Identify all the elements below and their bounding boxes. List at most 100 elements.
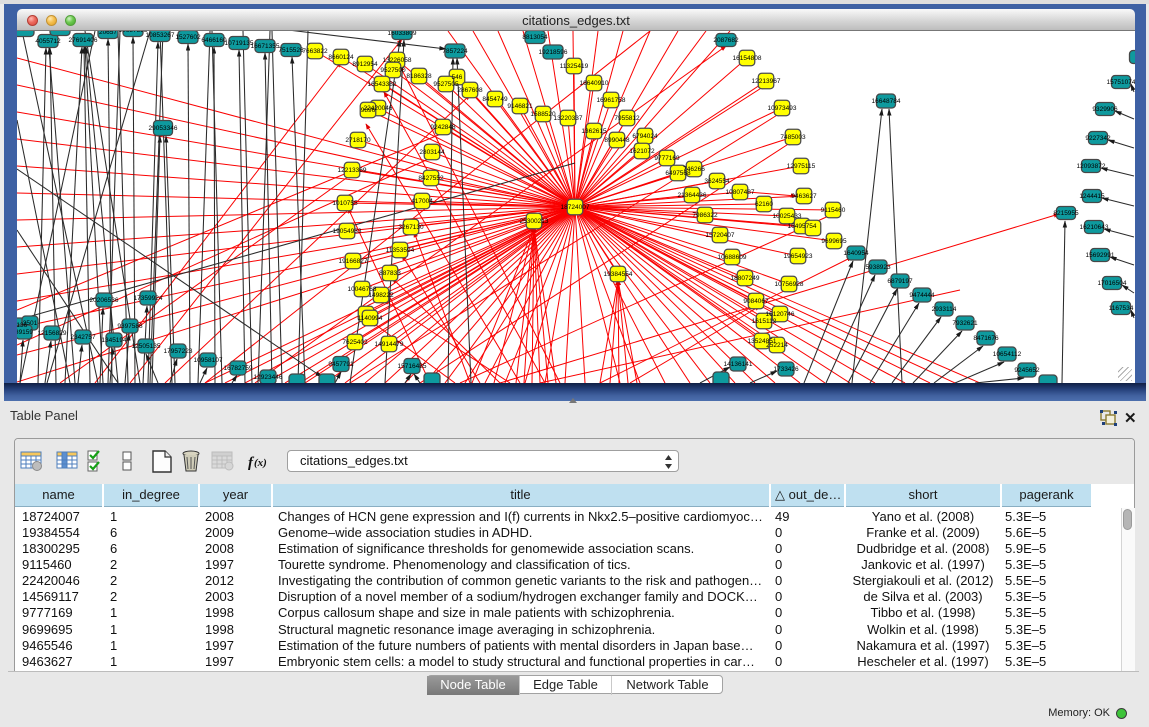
svg-text:1621072: 1621072 — [629, 148, 655, 155]
svg-text:8660124: 8660124 — [328, 54, 354, 61]
svg-text:15751074: 15751074 — [1107, 79, 1135, 86]
svg-text:2718170: 2718170 — [345, 137, 371, 144]
svg-text:8471676: 8471676 — [973, 335, 999, 342]
svg-text:2803144: 2803144 — [419, 149, 445, 156]
svg-text:10807487: 10807487 — [726, 189, 755, 196]
svg-text:8813054: 8813054 — [522, 34, 548, 41]
svg-text:12093872: 12093872 — [1077, 163, 1106, 170]
svg-text:9146821: 9146821 — [507, 103, 533, 110]
svg-text:16782759: 16782759 — [224, 365, 253, 372]
svg-text:252214: 252214 — [766, 342, 788, 349]
svg-text:14914479: 14914479 — [375, 341, 404, 348]
svg-text:3267130: 3267130 — [398, 224, 424, 231]
svg-text:18724007: 18724007 — [561, 204, 590, 211]
svg-text:3624554: 3624554 — [704, 178, 730, 185]
svg-text:9115460: 9115460 — [821, 207, 846, 214]
svg-text:17957223: 17957223 — [164, 348, 193, 355]
svg-text:417004: 417004 — [411, 198, 433, 205]
svg-text:10719135: 10719135 — [225, 40, 254, 47]
svg-text:1615112: 1615112 — [752, 318, 777, 325]
svg-text:7515526: 7515526 — [278, 47, 304, 54]
svg-text:10756928: 10756928 — [775, 281, 804, 288]
svg-text:1167534: 1167534 — [1109, 305, 1134, 312]
svg-text:2087682: 2087682 — [713, 37, 739, 44]
svg-text:10657353: 10657353 — [119, 31, 148, 34]
svg-text:16210643: 16210643 — [1080, 224, 1109, 231]
svg-text:20206536: 20206536 — [90, 297, 119, 304]
svg-text:7986322: 7986322 — [692, 212, 718, 219]
svg-text:39159: 39159 — [17, 329, 33, 336]
svg-text:16671355: 16671355 — [251, 43, 280, 50]
svg-text:19384554: 19384554 — [604, 271, 633, 278]
svg-text:2342757: 2342757 — [70, 334, 96, 341]
svg-text:62160: 62160 — [755, 201, 773, 208]
svg-text:1733426: 1733426 — [773, 366, 799, 373]
svg-text:6794024: 6794024 — [632, 133, 658, 140]
svg-text:16033809: 16033809 — [388, 31, 417, 37]
svg-text:10958107: 10958107 — [194, 357, 223, 364]
svg-text:1244415: 1244415 — [1079, 193, 1105, 200]
svg-text:15716485: 15716485 — [398, 363, 427, 370]
svg-text:12505135: 12505135 — [132, 343, 161, 350]
svg-text:12213967: 12213967 — [752, 78, 781, 85]
svg-text:19218596: 19218596 — [539, 49, 568, 56]
svg-text:9397588: 9397588 — [117, 323, 143, 330]
svg-text:9245652: 9245652 — [1014, 367, 1040, 374]
svg-text:19654923: 19654923 — [784, 253, 813, 260]
svg-text:9777169: 9777169 — [654, 155, 680, 162]
svg-text:16120746: 16120746 — [766, 311, 795, 318]
svg-text:9463627: 9463627 — [791, 193, 817, 200]
svg-text:16648784: 16648784 — [872, 98, 901, 105]
svg-text:16961758: 16961758 — [597, 97, 626, 104]
svg-text:6879197: 6879197 — [887, 278, 913, 285]
svg-text:8215955: 8215955 — [1053, 210, 1079, 217]
svg-text:8186328: 8186328 — [406, 73, 432, 80]
svg-text:4055712: 4055712 — [35, 38, 61, 45]
svg-text:21364436: 21364436 — [678, 192, 707, 199]
svg-text:10654112: 10654112 — [993, 351, 1022, 358]
svg-text:19054933: 19054933 — [333, 228, 362, 235]
svg-text:10973493: 10973493 — [768, 105, 797, 112]
svg-text:9896: 9896 — [361, 107, 376, 114]
svg-text:25300213: 25300213 — [520, 218, 549, 225]
svg-text:10025433: 10025433 — [773, 213, 802, 220]
svg-text:13226058: 13226058 — [383, 57, 412, 64]
svg-text:12213369: 12213369 — [338, 167, 367, 174]
svg-text:1640954: 1640954 — [843, 250, 869, 257]
svg-text:7663822: 7663822 — [302, 48, 328, 55]
svg-text:12156829: 12156829 — [38, 330, 67, 337]
svg-text:17359924: 17359924 — [134, 295, 163, 302]
svg-text:7485003: 7485003 — [780, 134, 806, 141]
svg-text:11325419: 11325419 — [560, 63, 589, 70]
svg-text:8454749: 8454749 — [482, 96, 508, 103]
svg-text:1362615: 1362615 — [581, 128, 607, 135]
svg-text:546: 546 — [452, 74, 463, 81]
svg-text:8990448: 8990448 — [604, 137, 630, 144]
svg-text:1498222: 1498222 — [368, 292, 394, 299]
svg-text:6497568: 6497568 — [665, 170, 691, 177]
svg-text:9699695: 9699695 — [821, 238, 847, 245]
svg-text:18807249: 18807249 — [731, 275, 760, 282]
svg-text:16495754: 16495754 — [788, 223, 817, 230]
svg-text:17016504: 17016504 — [1098, 280, 1127, 287]
svg-text:14136141: 14136141 — [724, 361, 753, 368]
svg-text:1345194: 1345194 — [101, 337, 127, 344]
svg-text:7955812: 7955812 — [614, 115, 640, 122]
svg-text:16543382: 16543382 — [368, 81, 397, 88]
svg-text:16154808: 16154808 — [733, 55, 762, 62]
svg-text:2867608: 2867608 — [457, 87, 483, 94]
svg-text:27691406: 27691406 — [69, 37, 98, 44]
svg-text:9457791: 9457791 — [328, 361, 354, 368]
svg-text:6466160: 6466160 — [201, 37, 227, 44]
svg-text:1588520: 1588520 — [530, 111, 556, 118]
svg-text:29053346: 29053346 — [149, 125, 178, 132]
svg-text:1527602: 1527602 — [175, 34, 201, 41]
svg-text:16640910: 16640910 — [580, 80, 609, 87]
svg-text:9527500: 9527500 — [380, 67, 406, 74]
svg-text:9474444: 9474444 — [909, 292, 935, 299]
svg-text:9242848: 9242848 — [430, 124, 456, 131]
svg-text:8912954: 8912954 — [352, 61, 378, 68]
svg-text:7857224: 7857224 — [442, 48, 468, 55]
svg-text:8427552: 8427552 — [418, 175, 444, 182]
svg-text:20657: 20657 — [99, 31, 117, 36]
